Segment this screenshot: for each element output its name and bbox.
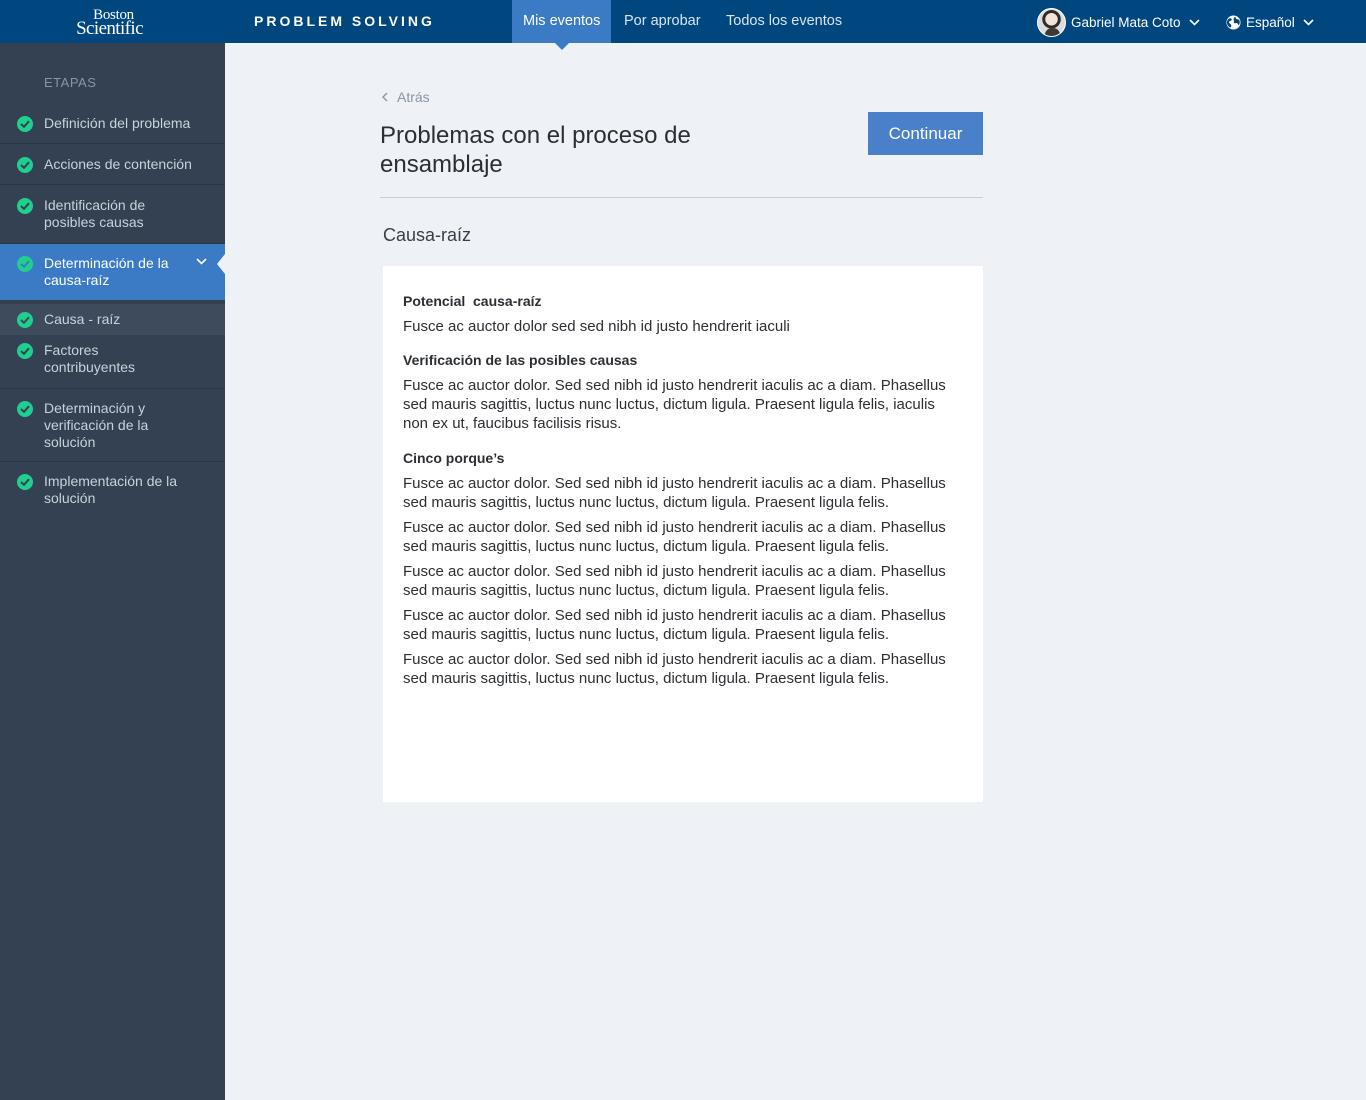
language-selector[interactable]: Español <box>1226 12 1314 32</box>
check-circle-icon <box>17 312 33 328</box>
app-title: PROBLEM SOLVING <box>254 13 435 29</box>
verification-text: Fusce ac auctor dolor. Sed sed nibh id j… <box>403 377 946 432</box>
sidebar-heading: ETAPAS <box>44 75 97 90</box>
boston-scientific-logo[interactable]: Boston Scientific <box>0 0 225 43</box>
five-whys-item: Fusce ac auctor dolor. Sed sed nibh id j… <box>403 607 946 643</box>
sidebar-item-definicion-del-problema[interactable]: Definición del problema <box>0 103 225 144</box>
sidebar-item-acciones-de-contencion[interactable]: Acciones de contención <box>0 144 225 185</box>
tab-todos-los-eventos[interactable]: Todos los eventos <box>715 0 853 43</box>
check-circle-icon <box>17 474 33 490</box>
active-step-pointer <box>217 254 225 274</box>
chevron-down-icon <box>1188 18 1200 26</box>
chevron-left-icon <box>382 92 388 102</box>
sidebar-item-label: Acciones de contención <box>44 156 192 172</box>
five-whys-item: Fusce ac auctor dolor. Sed sed nibh id j… <box>403 651 946 687</box>
five-whys-item: Fusce ac auctor dolor. Sed sed nibh id j… <box>403 519 946 555</box>
page-title: Problemas con el proceso de ensamblaje <box>380 122 691 178</box>
sidebar-item-identificacion-de-posibles-causas[interactable]: Identificación de posibles causas <box>0 185 225 244</box>
root-cause-card: Potencial causa-raíz Fusce ac auctor dol… <box>383 266 983 802</box>
sidebar-item-label: Factores contribuyentes <box>44 342 136 375</box>
active-tab-caret <box>554 43 569 50</box>
tab-por-aprobar[interactable]: Por aprobar <box>613 0 712 43</box>
back-label: Atrás <box>397 89 430 105</box>
back-link[interactable]: Atrás <box>382 89 430 105</box>
continue-button[interactable]: Continuar <box>868 112 983 155</box>
check-circle-icon <box>17 401 33 417</box>
tab-mis-eventos[interactable]: Mis eventos <box>512 0 612 50</box>
sidebar-item-label: Identificación de posibles causas <box>44 197 146 230</box>
sidebar-item-label: Determinación de la causa-raíz <box>44 255 169 288</box>
five-whys-item: Fusce ac auctor dolor. Sed sed nibh id j… <box>403 475 946 511</box>
potential-root-cause-heading: Potencial causa-raíz <box>403 293 542 309</box>
user-name: Gabriel Mata Coto <box>1071 14 1181 30</box>
check-circle-icon <box>17 157 33 173</box>
check-circle-icon <box>17 116 33 132</box>
avatar <box>1037 7 1066 37</box>
sidebar-item-determinacion-y-verificacion-de-la-solucion[interactable]: Determinación y verificación de la soluc… <box>0 389 225 462</box>
check-circle-icon <box>17 343 33 359</box>
tab-label: Todos los eventos <box>726 13 843 29</box>
potential-root-cause-text: Fusce ac auctor dolor sed sed nibh id ju… <box>403 318 790 335</box>
globe-icon <box>1226 14 1241 30</box>
chevron-down-icon[interactable] <box>196 258 207 265</box>
check-circle-icon <box>17 198 33 214</box>
user-menu[interactable]: Gabriel Mata Coto <box>1037 7 1200 37</box>
five-whys-heading: Cinco porque’s <box>403 450 505 466</box>
verification-heading: Verificación de las posibles causas <box>403 352 638 368</box>
verification-block: Verificación de las posibles causas Fusc… <box>403 352 963 433</box>
potential-root-cause-block: Potencial causa-raíz Fusce ac auctor dol… <box>403 293 963 336</box>
section-title: Causa-raíz <box>383 225 472 245</box>
sidebar-item-label: Definición del problema <box>44 115 191 131</box>
logo-line-2: Scientific <box>76 17 143 39</box>
stages-sidebar: ETAPAS Definición del problema Acciones … <box>0 43 225 1100</box>
sidebar-item-implementacion-de-la-solucion[interactable]: Implementación de la solución <box>0 462 225 518</box>
tab-label: Por aprobar <box>624 13 701 29</box>
language-label: Español <box>1246 14 1295 30</box>
five-whys-block: Cinco porque’s Fusce ac auctor dolor. Se… <box>403 450 963 688</box>
sidebar-subitem-factores-contribuyentes[interactable]: Factores contribuyentes <box>0 335 225 389</box>
five-whys-item: Fusce ac auctor dolor. Sed sed nibh id j… <box>403 563 946 599</box>
sidebar-item-label: Determinación y verificación de la soluc… <box>44 400 149 450</box>
sidebar-item-label: Causa - raíz <box>44 311 121 327</box>
sidebar-item-label: Implementación de la solución <box>44 473 178 506</box>
tab-label: Mis eventos <box>523 13 601 29</box>
sidebar-subitem-causa-raiz[interactable]: Causa - raíz <box>0 304 225 335</box>
sidebar-item-determinacion-de-la-causa-raiz[interactable]: Determinación de la causa-raíz <box>0 244 225 300</box>
divider <box>380 197 983 198</box>
chevron-down-icon <box>1303 18 1314 26</box>
top-navigation-bar: Boston Scientific PROBLEM SOLVING Mis ev… <box>0 0 1366 50</box>
check-circle-icon <box>17 256 33 272</box>
